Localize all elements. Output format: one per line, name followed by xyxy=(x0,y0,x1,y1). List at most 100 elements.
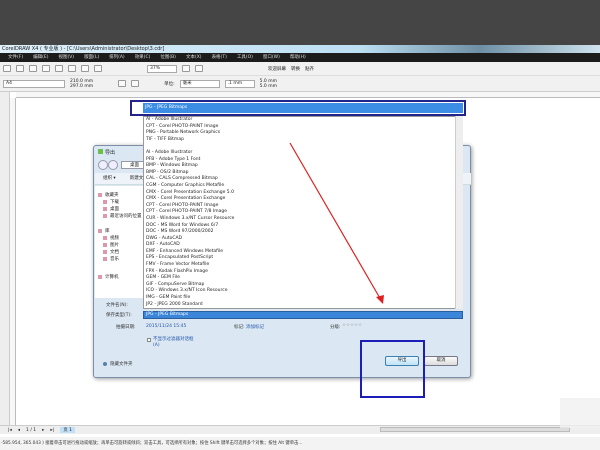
menu-item[interactable]: 编辑(E) xyxy=(33,53,48,62)
portrait-icon[interactable] xyxy=(118,80,127,87)
nav-item[interactable]: 图片 xyxy=(103,242,119,248)
menu-item[interactable]: 效果(C) xyxy=(135,53,151,62)
date-value: 2015/11/24 15:45 xyxy=(146,324,187,329)
dropdown-option[interactable]: GEM - GEM File xyxy=(144,275,462,282)
dropdown-option[interactable]: DOC - MS Word 97/2000/2002 xyxy=(144,229,462,236)
horizontal-ruler xyxy=(16,92,600,98)
print-icon[interactable] xyxy=(42,65,50,72)
dropdown-option[interactable]: AI - Adobe Illustrator xyxy=(144,150,462,157)
chevron-up-icon[interactable] xyxy=(103,362,107,366)
page-height[interactable]: 297.0 mm xyxy=(70,84,93,89)
nav-item-label: 音乐 xyxy=(110,257,119,262)
nudge-field[interactable]: .1 mm xyxy=(224,79,255,88)
zoom-icon[interactable] xyxy=(195,65,203,72)
dropdown-option[interactable]: DXF - AutoCAD xyxy=(144,242,462,249)
save-icon[interactable] xyxy=(29,65,37,72)
open-icon[interactable] xyxy=(16,65,24,72)
checkbox-sublabel: (A) xyxy=(153,343,160,348)
nav-item[interactable]: 最近访问的位置 xyxy=(103,213,142,219)
dropdown-option[interactable]: JP2 - JPEG 2000 Standard xyxy=(144,302,462,309)
dropdown-option[interactable]: CUR - Windows 3.x/NT Cursor Resource xyxy=(144,216,462,223)
organize-button[interactable]: 组织 ▾ xyxy=(103,176,116,181)
dropdown-option[interactable] xyxy=(144,143,462,150)
dropdown-option[interactable]: BMP - Windows Bitmap xyxy=(144,163,462,170)
nav-item[interactable]: 计算机 xyxy=(98,274,119,280)
hide-folders-button[interactable]: 隐藏文件夹 xyxy=(110,361,133,367)
desktop-background xyxy=(0,0,600,45)
dropdown-option[interactable]: CAL - CALS Compressed Bitmap xyxy=(144,176,462,183)
filetype-select[interactable]: JPG - JPEG Bitmaps xyxy=(143,311,463,319)
rating-stars[interactable]: ☆☆☆☆☆ xyxy=(342,323,362,328)
menu-item[interactable]: 工具(O) xyxy=(237,53,253,62)
dropdown-option[interactable]: AI - Adobe Illustrator xyxy=(144,117,462,124)
import-icon[interactable] xyxy=(81,65,89,72)
nav-item[interactable]: 文档 xyxy=(103,249,119,255)
menu-item[interactable]: 版面(L) xyxy=(84,53,99,62)
filename-label: 文件名(N): xyxy=(106,303,128,308)
redo-icon[interactable] xyxy=(68,65,76,72)
export-icon xyxy=(98,149,103,154)
nav-item-label: 下载 xyxy=(110,200,119,205)
folder-icon xyxy=(103,213,107,218)
tags-input[interactable]: 添加标记 xyxy=(246,324,264,330)
new-icon[interactable] xyxy=(3,65,11,72)
forward-button[interactable] xyxy=(108,160,118,170)
menu-item[interactable]: 表格(T) xyxy=(212,53,227,62)
undo-icon[interactable] xyxy=(55,65,63,72)
dropdown-option[interactable]: TIF - TIFF Bitmap xyxy=(144,137,462,144)
filter-checkbox[interactable] xyxy=(147,338,151,342)
folder-icon xyxy=(103,242,107,247)
nav-item[interactable]: 桌面 xyxy=(103,206,119,212)
zoom-icon[interactable] xyxy=(182,65,190,72)
nav-item[interactable]: 库 xyxy=(98,228,110,234)
snap-button[interactable]: 贴齐 xyxy=(305,66,314,72)
page-size-select[interactable]: A4 xyxy=(3,79,65,88)
nav-item-label: 库 xyxy=(105,229,110,234)
menu-item[interactable]: 排列(A) xyxy=(109,53,125,62)
dropdown-option[interactable]: PNG - Portable Network Graphics xyxy=(144,130,462,137)
page-tab[interactable]: 页 1 xyxy=(60,427,75,433)
dropdown-option[interactable]: CGM - Computer Graphics Metafile xyxy=(144,183,462,190)
dropdown-scrollbar[interactable] xyxy=(455,116,463,309)
landscape-icon[interactable] xyxy=(131,80,140,87)
menu-item[interactable]: 视图(V) xyxy=(58,53,74,62)
first-page-icon[interactable]: |◂ xyxy=(8,428,12,433)
last-page-icon[interactable]: ▸| xyxy=(50,428,54,433)
folder-icon xyxy=(98,228,102,233)
annotation-box xyxy=(360,340,425,398)
prev-page-icon[interactable]: ◂ xyxy=(18,428,20,433)
back-button[interactable] xyxy=(98,160,108,170)
export-icon[interactable] xyxy=(94,65,102,72)
dropdown-option[interactable]: IMG - GEM Paint file xyxy=(144,295,462,302)
menu-item[interactable]: 窗口(W) xyxy=(263,53,280,62)
dropdown-option[interactable]: CPT - Corel PHOTO-PAINT 7/8 Image xyxy=(144,209,462,216)
menu-item[interactable]: 帮助(H) xyxy=(290,53,306,62)
welcome-button[interactable]: 欢迎屏幕 xyxy=(268,66,286,72)
nav-item-label: 桌面 xyxy=(110,207,119,212)
dropdown-option[interactable]: ICO - Windows 3.x/NT Icon Resource xyxy=(144,288,462,295)
dropdown-option[interactable]: DWG - AutoCAD xyxy=(144,236,462,243)
dropdown-option[interactable]: CMX - Corel Presentation Exchange xyxy=(144,196,462,203)
navigation-pane: 收藏夹下载桌面 最近访问的位置库视频 图片 文档音乐计算机 xyxy=(95,186,143,298)
zoom-level[interactable]: 37% xyxy=(147,64,177,73)
dropdown-option[interactable]: FPX - Kodak FlashPix Image xyxy=(144,269,462,276)
filetype-dropdown-selected[interactable]: JPG - JPEG Bitmaps xyxy=(143,103,463,113)
dropdown-option[interactable]: FMV - Frame Vector Metafile xyxy=(144,262,462,269)
menu-item[interactable]: 文本(X) xyxy=(186,53,202,62)
horizontal-scrollbar[interactable] xyxy=(380,427,570,432)
duplicate-y[interactable]: 5.0 mm xyxy=(260,84,277,89)
folder-icon xyxy=(103,199,107,204)
checkbox-label[interactable]: 不显示过滤器对话框 xyxy=(153,336,194,342)
cancel-button[interactable]: 取消 xyxy=(424,356,458,366)
menu-item[interactable]: 位图(B) xyxy=(160,53,176,62)
filetype-label: 保存类型(T): xyxy=(106,313,132,318)
nav-item[interactable]: 视频 xyxy=(103,235,119,241)
nav-item[interactable]: 收藏夹 xyxy=(98,192,119,198)
menu-item[interactable]: 文件(F) xyxy=(8,53,23,62)
next-page-icon[interactable]: ▸ xyxy=(42,428,44,433)
nav-item[interactable]: 下载 xyxy=(103,199,119,205)
nav-item-label: 计算机 xyxy=(105,275,119,280)
transform-button[interactable]: 转换 xyxy=(291,66,300,72)
nav-item[interactable]: 音乐 xyxy=(103,256,119,262)
units-select[interactable]: 毫米 xyxy=(179,79,220,88)
